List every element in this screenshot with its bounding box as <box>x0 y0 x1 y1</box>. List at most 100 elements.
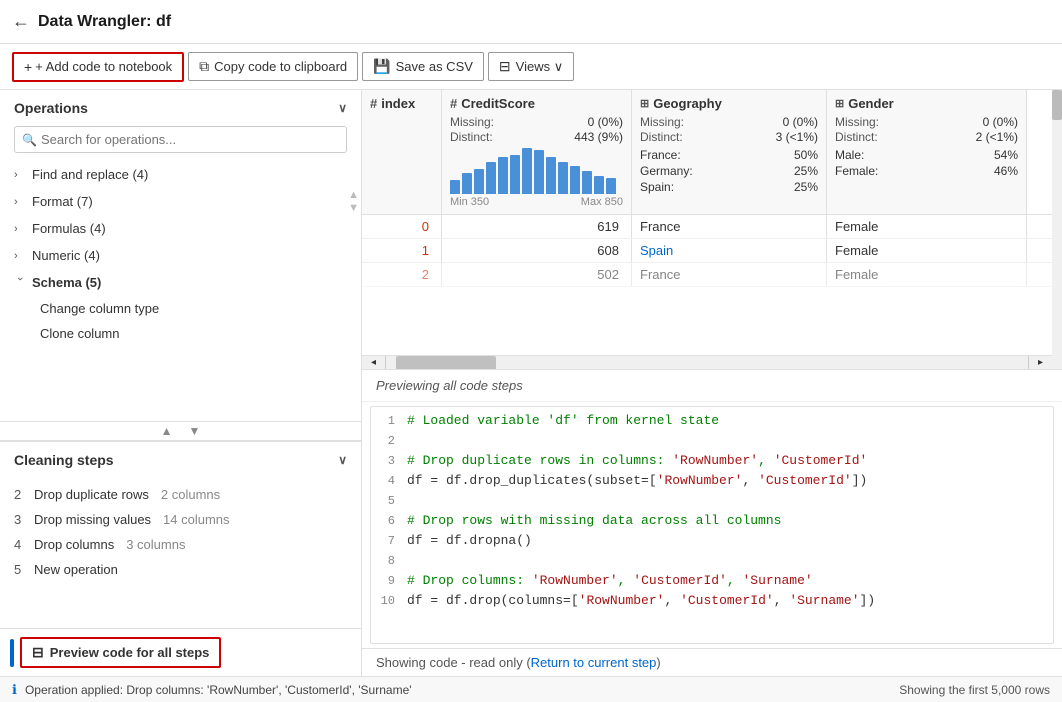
header: ← Data Wrangler: df <box>0 0 1062 44</box>
bar-12 <box>582 171 592 194</box>
copy-icon: ⧉ <box>199 58 209 75</box>
preview-code-label: Preview code for all steps <box>50 645 210 660</box>
gender-missing-label: Missing: <box>835 115 879 129</box>
save-icon: 💾 <box>373 58 390 75</box>
save-csv-label: Save as CSV <box>396 59 473 74</box>
bar-2 <box>462 173 472 194</box>
code-line-6: 6 # Drop rows with missing data across a… <box>371 513 1053 533</box>
step-detail-2: 2 columns <box>161 487 220 502</box>
grid-vscrollbar[interactable] <box>1052 90 1062 369</box>
geography-type-icon: ⊞ <box>640 97 649 110</box>
bar-14 <box>606 178 616 194</box>
ops-item-find-replace[interactable]: › Find and replace (4) <box>0 161 361 188</box>
step-num-4: 4 <box>14 537 26 552</box>
code-line-9: 9 # Drop columns: 'RowNumber', 'Customer… <box>371 573 1053 593</box>
search-box: 🔍 <box>14 126 347 153</box>
bar-8 <box>534 150 544 194</box>
operations-header[interactable]: Operations ∨ <box>0 90 361 126</box>
cell-index-1: 1 <box>362 239 442 262</box>
ops-scroll-down-arrow[interactable]: ▼ <box>181 424 209 438</box>
left-panel-scrollbar: ▲ ▼ <box>348 190 359 214</box>
gender-distinct-label: Distinct: <box>835 130 878 144</box>
footer-text: Showing code - read only <box>376 655 526 670</box>
search-input[interactable] <box>14 126 347 153</box>
table-row: 0 619 France Female <box>362 215 1052 239</box>
save-csv-button[interactable]: 💾 Save as CSV <box>362 52 484 81</box>
blue-accent-bar <box>10 639 14 667</box>
step-num-2: 2 <box>14 487 26 502</box>
ops-item-schema[interactable]: › Schema (5) <box>0 269 361 296</box>
step-name-4: Drop columns <box>34 537 114 552</box>
geo-distinct-val: 3 (<1%) <box>776 130 818 144</box>
left-panel-scroll-up[interactable]: ▲ <box>348 190 359 201</box>
geo-link-spain[interactable]: Spain <box>640 243 673 258</box>
ops-schema-label: Schema (5) <box>32 275 101 290</box>
hscroll-right-btn[interactable]: ▸ <box>1028 356 1052 370</box>
line-content-9: # Drop columns: 'RowNumber', 'CustomerId… <box>407 573 1053 593</box>
ops-item-numeric[interactable]: › Numeric (4) <box>0 242 361 269</box>
creditscore-missing-val: 0 (0%) <box>588 115 623 129</box>
geo-germany-label: Germany: <box>640 164 693 178</box>
left-panel-scroll-down[interactable]: ▼ <box>348 203 359 214</box>
gender-col-name: Gender <box>848 96 894 111</box>
add-code-button[interactable]: + + Add code to notebook <box>12 52 184 82</box>
preview-label-text: Previewing all code steps <box>376 378 523 393</box>
creditscore-chart-range: Min 350 Max 850 <box>450 196 623 208</box>
creditscore-distinct-label: Distinct: <box>450 130 493 144</box>
step-num-5: 5 <box>14 562 26 577</box>
preview-btn-area: ⊟ Preview code for all steps <box>0 628 361 676</box>
cleaning-header[interactable]: Cleaning steps ∨ <box>0 442 361 478</box>
cleaning-item-5[interactable]: 5 New operation <box>0 557 361 582</box>
table-row: 2 502 France Female <box>362 263 1052 287</box>
cleaning-item-3[interactable]: 3 Drop missing values 14 columns <box>0 507 361 532</box>
copy-code-button[interactable]: ⧉ Copy code to clipboard <box>188 52 358 81</box>
chevron-down-icon: › <box>14 277 26 289</box>
return-to-step-link[interactable]: Return to current step <box>531 655 657 670</box>
ops-scroll-up-arrow[interactable]: ▲ <box>153 424 181 438</box>
gender-male-pct: 54% <box>994 148 1018 162</box>
index-col-name: index <box>381 96 415 111</box>
cleaning-item-4[interactable]: 4 Drop columns 3 columns <box>0 532 361 557</box>
code-preview-label: Previewing all code steps <box>362 370 1062 402</box>
data-rows: 0 619 France Female 1 608 Spain Female <box>362 215 1052 287</box>
line-num-1: 1 <box>371 413 407 433</box>
ops-item-format[interactable]: › Format (7) <box>0 188 361 215</box>
bar-9 <box>546 157 556 194</box>
geo-spain-pct: 25% <box>794 180 818 194</box>
line-content-10: df = df.drop(columns=['RowNumber', 'Cust… <box>407 593 1053 613</box>
chart-min: Min 350 <box>450 196 489 208</box>
creditscore-distinct-val: 443 (9%) <box>574 130 623 144</box>
line-num-7: 7 <box>371 533 407 553</box>
ops-numeric-label: Numeric (4) <box>32 248 100 263</box>
creditscore-chart <box>450 148 623 194</box>
step-name-2: Drop duplicate rows <box>34 487 149 502</box>
ops-sub-change-column-type[interactable]: Change column type <box>0 296 361 321</box>
status-text: Operation applied: Drop columns: 'RowNum… <box>25 683 871 697</box>
ops-sub-clone-column[interactable]: Clone column <box>0 321 361 346</box>
gender-type-icon: ⊞ <box>835 97 844 110</box>
back-button[interactable]: ← <box>12 11 30 32</box>
cell-gender-0: Female <box>827 215 1027 238</box>
grid-hscrollbar[interactable]: ◂ ▸ <box>362 355 1052 369</box>
plus-icon: + <box>24 59 32 75</box>
geo-france-pct: 50% <box>794 148 818 162</box>
operations-section: Operations ∨ 🔍 <box>0 90 361 161</box>
step-name-5: New operation <box>34 562 118 577</box>
ops-item-formulas[interactable]: › Formulas (4) <box>0 215 361 242</box>
code-line-10: 10 df = df.drop(columns=['RowNumber', 'C… <box>371 593 1053 613</box>
hscroll-left-btn[interactable]: ◂ <box>362 356 386 370</box>
cleaning-item-2[interactable]: 2 Drop duplicate rows 2 columns <box>0 482 361 507</box>
chevron-right-icon: › <box>14 250 26 262</box>
code-footer: Showing code - read only (Return to curr… <box>362 648 1062 676</box>
cell-geo-2: France <box>632 263 827 286</box>
bar-5 <box>498 157 508 194</box>
ops-find-replace-label: Find and replace (4) <box>32 167 148 182</box>
cell-geo-0: France <box>632 215 827 238</box>
col-header-gender: ⊞ Gender Missing: 0 (0%) Distinct: 2 (<1… <box>827 90 1027 214</box>
gender-missing-val: 0 (0%) <box>983 115 1018 129</box>
cell-gender-2: Female <box>827 263 1027 286</box>
add-code-label: + Add code to notebook <box>35 59 172 74</box>
preview-code-button[interactable]: ⊟ Preview code for all steps <box>20 637 221 668</box>
views-button[interactable]: ⊟ Views ∨ <box>488 52 574 81</box>
line-content-8 <box>407 553 1053 573</box>
